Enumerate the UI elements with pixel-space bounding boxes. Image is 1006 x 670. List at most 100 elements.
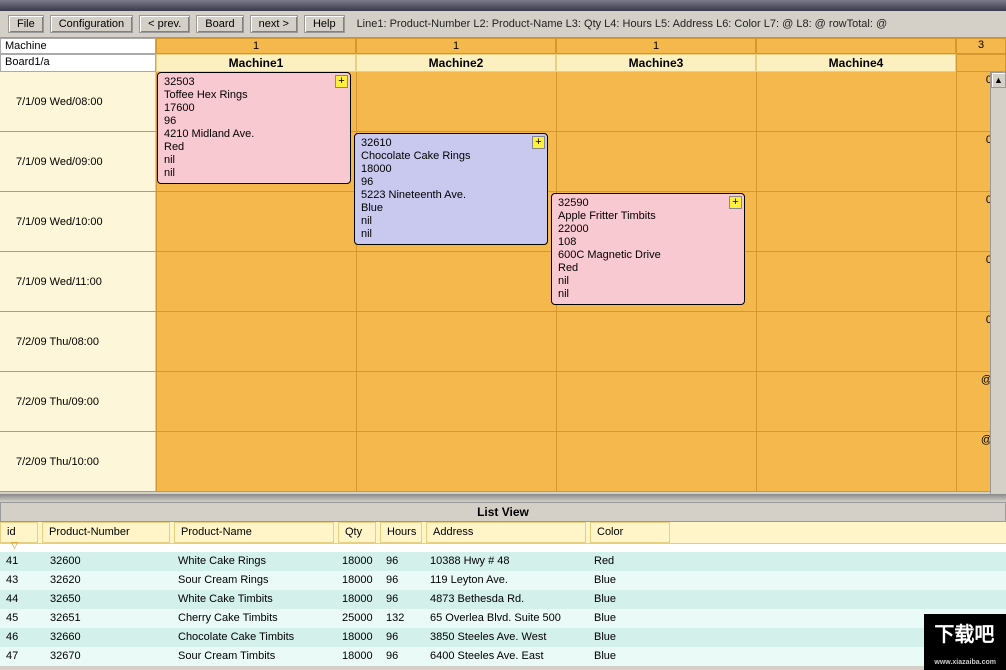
cell-address: 6400 Steeles Ave. East <box>424 649 588 664</box>
job-color: Red <box>558 262 738 275</box>
job-address: 5223 Nineteenth Ave. <box>361 189 541 202</box>
grid-cell[interactable] <box>556 312 756 371</box>
list-row[interactable]: 4332620Sour Cream Rings1800096119 Leyton… <box>0 571 1006 590</box>
list-row[interactable]: 4132600White Cake Rings180009610388 Hwy … <box>0 552 1006 571</box>
header-address[interactable]: Address <box>426 522 586 543</box>
machine-header-label: Machine <box>0 38 156 54</box>
grid-cell[interactable] <box>556 372 756 431</box>
grid-cell[interactable] <box>356 252 556 311</box>
job-hours: 108 <box>558 236 738 249</box>
job-card[interactable]: +32503Toffee Hex Rings17600964210 Midlan… <box>157 72 351 184</box>
cell-hours: 96 <box>380 630 424 645</box>
grid-vertical-scrollbar[interactable]: ▲ <box>990 72 1006 494</box>
list-row[interactable]: 4732670Sour Cream Timbits18000966400 Ste… <box>0 647 1006 666</box>
cell-qty: 18000 <box>336 649 380 664</box>
grid-cell[interactable] <box>756 432 956 491</box>
grid-cell[interactable] <box>756 312 956 371</box>
board-header-label: Board1/a <box>0 54 156 72</box>
list-row[interactable]: 4432650White Cake Timbits18000964873 Bet… <box>0 590 1006 609</box>
grid-cell[interactable] <box>156 372 356 431</box>
job-product-number: 32590 <box>558 197 738 210</box>
row-total-header: 3 <box>956 38 1006 54</box>
grid-cell[interactable] <box>356 312 556 371</box>
grid-cell[interactable] <box>156 432 356 491</box>
next-button[interactable]: next > <box>250 15 298 33</box>
machine1-header[interactable]: Machine1 <box>156 54 356 72</box>
header-id[interactable]: id▽ <box>0 522 38 543</box>
machine2-header[interactable]: Machine2 <box>356 54 556 72</box>
header-qty[interactable]: Qty <box>338 522 376 543</box>
header-product-name[interactable]: Product-Name <box>174 522 334 543</box>
cell-hours: 96 <box>380 554 424 569</box>
cell-product-number: 32620 <box>44 573 172 588</box>
help-button[interactable]: Help <box>304 15 345 33</box>
machine4-header[interactable]: Machine4 <box>756 54 956 72</box>
cell-color: Blue <box>588 630 668 645</box>
column-count-4 <box>756 38 956 54</box>
header-hours[interactable]: Hours <box>380 522 422 543</box>
cell-id: 45 <box>0 611 44 626</box>
expand-icon[interactable]: + <box>729 196 742 209</box>
grid-cell[interactable] <box>356 372 556 431</box>
time-label: 7/1/09 Wed/10:00 <box>0 192 156 251</box>
grid-cell[interactable] <box>556 132 756 191</box>
expand-icon[interactable]: + <box>532 136 545 149</box>
cell-id: 46 <box>0 630 44 645</box>
board-button[interactable]: Board <box>196 15 243 33</box>
splitter[interactable] <box>0 494 1006 502</box>
legend-label: Line1: Product-Number L2: Product-Name L… <box>357 18 888 30</box>
cell-color: Blue <box>588 592 668 607</box>
window-titlebar <box>0 0 1006 11</box>
grid-cell[interactable] <box>156 192 356 251</box>
grid-cell[interactable] <box>756 372 956 431</box>
grid-cell[interactable] <box>156 252 356 311</box>
cell-color: Red <box>588 554 668 569</box>
prev-button[interactable]: < prev. <box>139 15 190 33</box>
cell-product-number: 32600 <box>44 554 172 569</box>
cell-product-number: 32650 <box>44 592 172 607</box>
cell-id: 41 <box>0 554 44 569</box>
list-view-headers: id▽ Product-Number Product-Name Qty Hour… <box>0 522 1006 544</box>
grid-cell[interactable] <box>556 432 756 491</box>
time-label: 7/2/09 Thu/09:00 <box>0 372 156 431</box>
grid-cell[interactable] <box>556 72 756 131</box>
cell-qty: 18000 <box>336 573 380 588</box>
cell-address: 3850 Steeles Ave. West <box>424 630 588 645</box>
cell-hours: 132 <box>380 611 424 626</box>
cell-product-name: White Cake Rings <box>172 554 336 569</box>
cell-qty: 18000 <box>336 554 380 569</box>
file-button[interactable]: File <box>8 15 44 33</box>
job-hours: 96 <box>361 176 541 189</box>
list-row[interactable]: 4632660Chocolate Cake Timbits18000963850… <box>0 628 1006 647</box>
machine3-header[interactable]: Machine3 <box>556 54 756 72</box>
list-row[interactable]: 4532651Cherry Cake Timbits2500013265 Ove… <box>0 609 1006 628</box>
grid-cell[interactable] <box>756 72 956 131</box>
job-l8: nil <box>164 167 344 180</box>
cell-color: Blue <box>588 573 668 588</box>
job-qty: 17600 <box>164 102 344 115</box>
grid-cell[interactable] <box>756 192 956 251</box>
expand-icon[interactable]: + <box>335 75 348 88</box>
grid-cell[interactable] <box>756 132 956 191</box>
job-l7: nil <box>361 215 541 228</box>
job-card[interactable]: +32610Chocolate Cake Rings18000965223 Ni… <box>354 133 548 245</box>
grid-cell[interactable] <box>356 432 556 491</box>
job-product-name: Apple Fritter Timbits <box>558 210 738 223</box>
header-color[interactable]: Color <box>590 522 670 543</box>
header-product-number[interactable]: Product-Number <box>42 522 170 543</box>
cell-address: 10388 Hwy # 48 <box>424 554 588 569</box>
grid-cell[interactable] <box>156 312 356 371</box>
job-card[interactable]: +32590Apple Fritter Timbits22000108600C … <box>551 193 745 305</box>
job-hours: 96 <box>164 115 344 128</box>
scroll-up-icon[interactable]: ▲ <box>991 72 1006 88</box>
grid-cell[interactable] <box>356 72 556 131</box>
grid-cell[interactable] <box>756 252 956 311</box>
job-color: Blue <box>361 202 541 215</box>
configuration-button[interactable]: Configuration <box>50 15 133 33</box>
time-row: 7/1/09 Wed/11:000 <box>0 252 1006 312</box>
job-l7: nil <box>558 275 738 288</box>
list-view-title: List View <box>0 502 1006 522</box>
time-row: 7/2/09 Thu/09:00@ <box>0 372 1006 432</box>
cell-product-number: 32660 <box>44 630 172 645</box>
job-address: 4210 Midland Ave. <box>164 128 344 141</box>
